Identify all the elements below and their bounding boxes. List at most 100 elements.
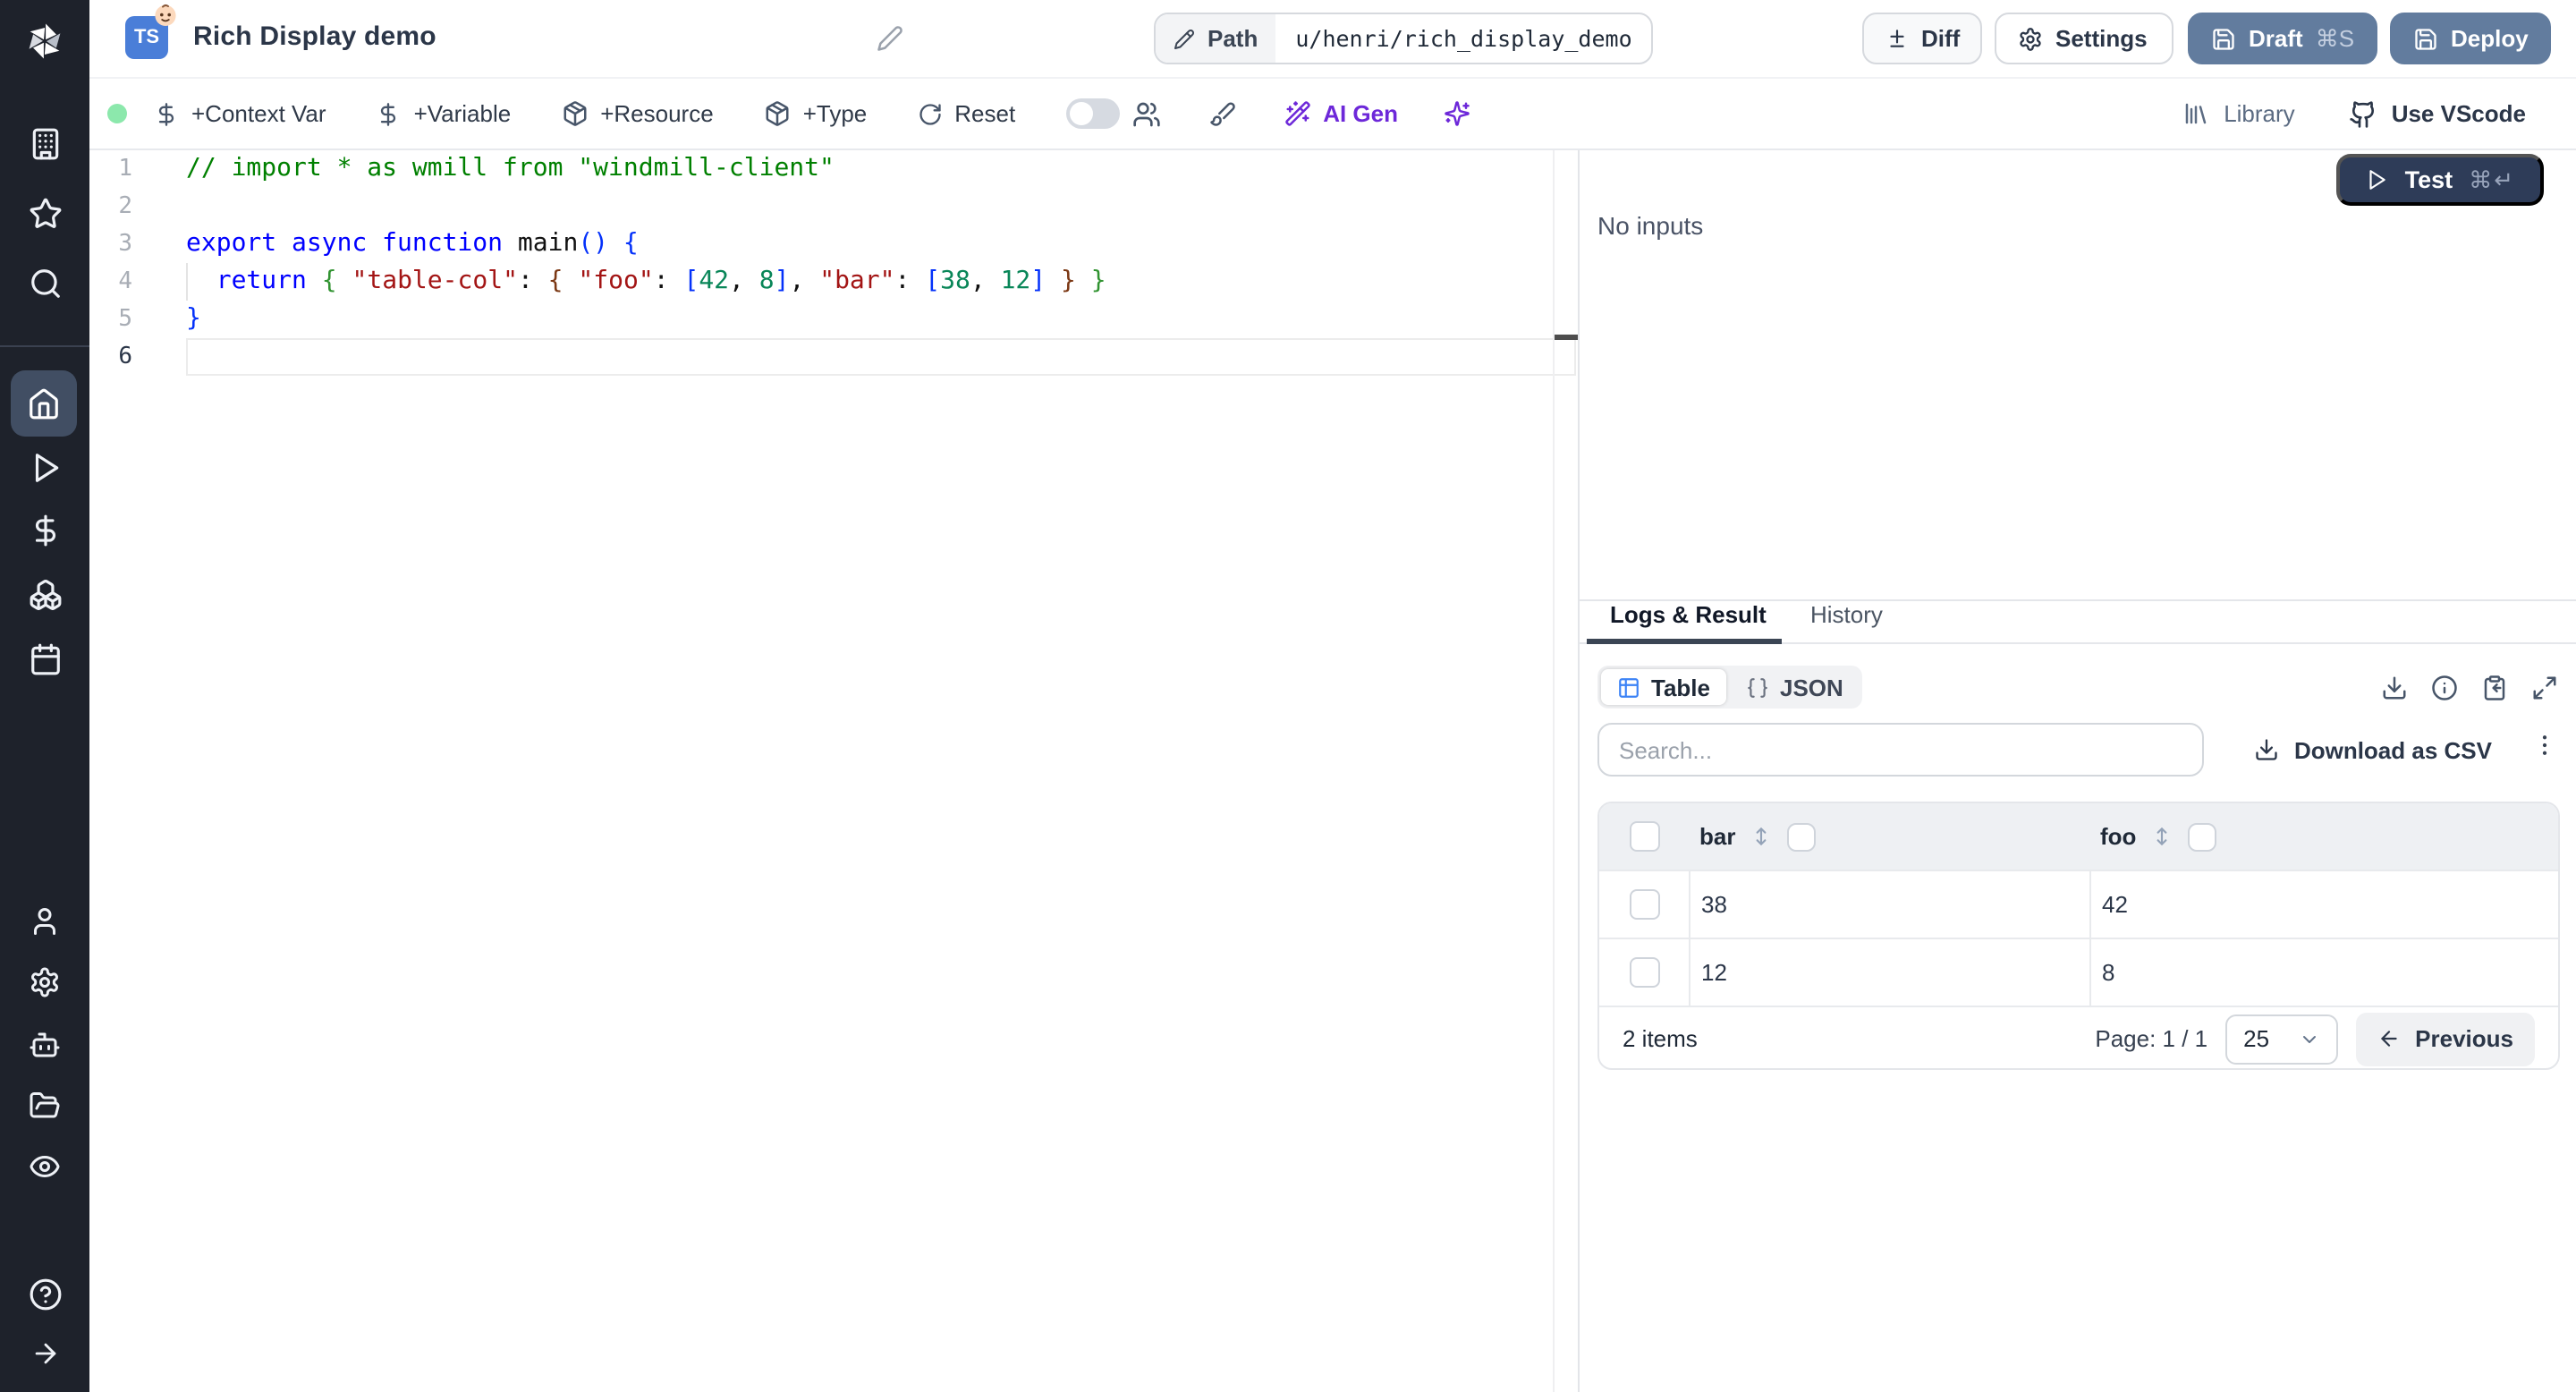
workspace-building-icon[interactable]	[0, 127, 89, 161]
test-label: Test	[2404, 166, 2453, 193]
add-variable-button[interactable]: +Variable	[377, 100, 511, 127]
sidebar-item-audit-eye-icon[interactable]	[0, 1150, 89, 1183]
favorites-star-icon[interactable]	[0, 197, 89, 231]
items-count: 2 items	[1623, 1025, 1698, 1052]
windmill-logo-icon[interactable]	[0, 18, 89, 64]
cell-value: 42	[2102, 891, 2128, 918]
deploy-label: Deploy	[2451, 25, 2529, 52]
line-number-gutter: 1 2 3 4 5 6	[89, 150, 132, 376]
more-options-kebab-icon[interactable]	[2531, 732, 2558, 768]
search-input[interactable]	[1597, 723, 2204, 777]
code-token: :	[894, 267, 926, 295]
search-icon[interactable]	[0, 267, 89, 301]
column-header-foo[interactable]: foo	[2100, 823, 2136, 850]
add-context-var-button[interactable]: +Context Var	[154, 100, 326, 127]
download-csv-button[interactable]: Download as CSV	[2255, 736, 2492, 763]
sidebar-item-workers-bot-icon[interactable]	[0, 1029, 89, 1061]
code-token: {	[321, 267, 337, 295]
sidebar-item-home[interactable]	[11, 370, 77, 437]
edit-title-pencil-icon[interactable]	[877, 25, 903, 52]
previous-page-button[interactable]: Previous	[2356, 1012, 2535, 1065]
dollar-icon	[158, 102, 174, 125]
draft-button[interactable]: Draft ⌘S	[2188, 13, 2377, 64]
diff-mode-toggle[interactable]	[1065, 98, 1120, 129]
view-toggle-table[interactable]: Table	[1601, 669, 1726, 705]
column-toggle-checkbox[interactable]	[1787, 822, 1817, 851]
result-view-toggle: Table JSON	[1597, 666, 1863, 709]
view-toggle-json[interactable]: JSON	[1730, 669, 1860, 705]
package-icon	[766, 101, 789, 126]
code-token: export async function	[186, 229, 518, 258]
code-line[interactable]	[186, 338, 1576, 376]
code-token: }	[186, 304, 201, 333]
tab-logs-result[interactable]: Logs & Result	[1610, 601, 1767, 628]
main-area: TS Rich Display demo Path u/henri/rich_d…	[89, 0, 2576, 1392]
sidebar-item-folders-icon[interactable]	[0, 1090, 89, 1122]
expand-sidebar-arrow-icon[interactable]	[0, 1338, 89, 1369]
code-line[interactable]: return { "table-col": { "foo": [42, 8], …	[186, 263, 1576, 301]
help-icon[interactable]	[0, 1277, 89, 1311]
code-editor[interactable]: 123456 // import * as wmill from "windmi…	[89, 150, 1578, 1392]
magic-wand-icon	[1284, 101, 1309, 126]
add-resource-button[interactable]: +Resource	[561, 100, 714, 127]
sidebar-item-schedules-calendar-icon[interactable]	[0, 642, 89, 676]
row-checkbox[interactable]	[1629, 889, 1659, 920]
settings-button[interactable]: Settings	[1995, 13, 2174, 64]
sidebar	[0, 0, 89, 1392]
path-value[interactable]: u/henri/rich_display_demo	[1275, 14, 1651, 63]
sort-icon[interactable]	[1750, 825, 1773, 848]
multiplayer-users-icon[interactable]	[1131, 99, 1160, 128]
code-line[interactable]: // import * as wmill from "windmill-clie…	[186, 150, 1576, 188]
code-line[interactable]: }	[186, 301, 1576, 338]
logs-result-section: Logs & Result History Table JSON Search.…	[1580, 601, 2576, 1392]
add-type-button[interactable]: +Type	[764, 100, 867, 127]
play-icon	[2370, 170, 2386, 190]
table-row[interactable]: 12 8	[1599, 938, 2558, 1006]
cell-value: 12	[1701, 959, 1727, 986]
expand-icon[interactable]	[2531, 675, 2558, 701]
code-line[interactable]: export async function main() {	[186, 225, 1576, 263]
tab-history[interactable]: History	[1810, 601, 1883, 628]
sort-icon[interactable]	[2150, 825, 2174, 848]
use-vscode-label: Use VScode	[2391, 100, 2526, 127]
code-token: return	[216, 267, 307, 295]
code-token: "bar"	[819, 267, 895, 295]
code-token: [	[925, 267, 941, 295]
table-row[interactable]: 38 42	[1599, 870, 2558, 938]
deploy-button[interactable]: Deploy	[2390, 13, 2551, 64]
column-header-bar[interactable]: bar	[1699, 823, 1735, 850]
test-button[interactable]: Test ⌘↵	[2336, 154, 2544, 206]
reset-button[interactable]: Reset	[917, 100, 1015, 127]
ai-gen-button[interactable]: AI Gen	[1284, 100, 1398, 127]
line-number: 6	[118, 344, 132, 370]
path-label-segment[interactable]: Path	[1156, 14, 1276, 63]
package-icon	[563, 101, 586, 126]
sidebar-item-resources-boxes-icon[interactable]	[0, 578, 89, 612]
clipboard-copy-icon[interactable]	[2481, 675, 2508, 701]
code-token: 8	[758, 267, 775, 295]
column-toggle-checkbox[interactable]	[2188, 822, 2217, 851]
code-token: ]	[774, 267, 790, 295]
library-button[interactable]: Library	[2182, 100, 2295, 127]
path-pill[interactable]: Path u/henri/rich_display_demo	[1154, 13, 1654, 64]
info-icon[interactable]	[2431, 675, 2458, 701]
editor-panel-divider[interactable]	[1578, 150, 1580, 1392]
sidebar-item-runs-play-icon[interactable]	[0, 451, 89, 485]
sidebar-item-variables-dollar-icon[interactable]	[0, 514, 89, 547]
code-content[interactable]: // import * as wmill from "windmill-clie…	[186, 150, 1576, 376]
use-vscode-button[interactable]: Use VScode	[2349, 99, 2526, 128]
download-icon[interactable]	[2381, 675, 2408, 701]
sidebar-item-user-icon[interactable]	[0, 905, 89, 938]
diff-button[interactable]: Diff	[1862, 13, 1982, 64]
page-size-select[interactable]: 25	[2225, 1014, 2339, 1064]
table-toggle-label: Table	[1651, 674, 1710, 700]
row-checkbox[interactable]	[1629, 957, 1659, 988]
sidebar-item-settings-gear-icon[interactable]	[0, 966, 89, 998]
draft-shortcut: ⌘S	[2315, 24, 2355, 51]
select-all-checkbox[interactable]	[1629, 821, 1659, 852]
format-brush-icon[interactable]	[1208, 100, 1235, 127]
sparkles-icon[interactable]	[1443, 100, 1470, 127]
code-line[interactable]	[186, 188, 1576, 225]
line-number: 2	[118, 193, 132, 220]
